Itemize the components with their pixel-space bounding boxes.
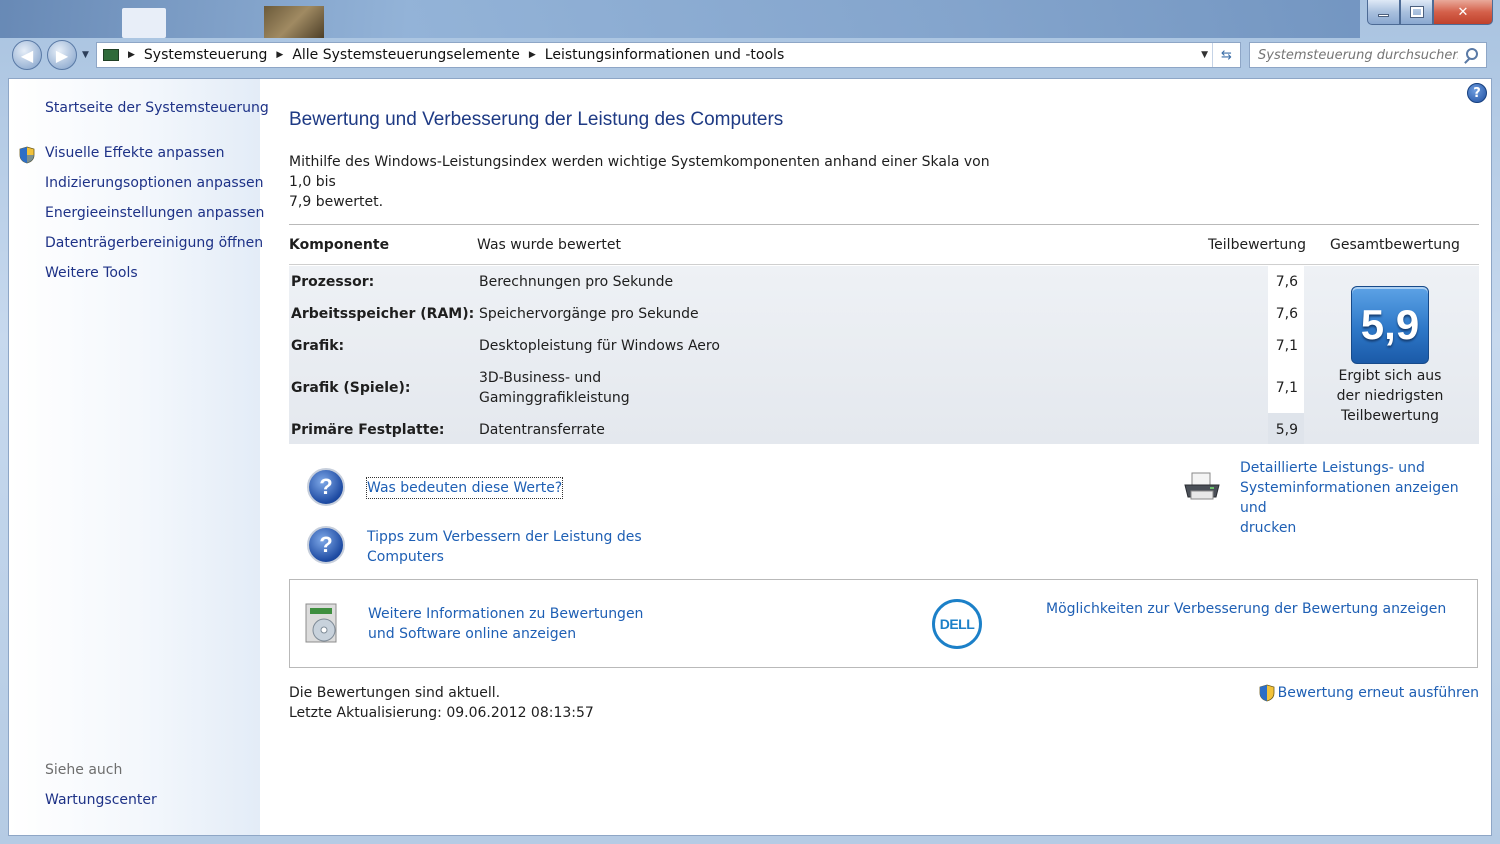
search-box[interactable] <box>1249 42 1487 68</box>
uac-shield-icon <box>19 146 35 164</box>
software-box-icon <box>305 603 337 643</box>
forward-arrow-icon: ▶ <box>55 45 69 65</box>
question-glyph: ? <box>319 474 333 499</box>
row-score: 5,9 <box>1275 422 1298 438</box>
column-header-component: Komponente <box>289 237 390 253</box>
recent-pages-dropdown[interactable]: ▼ <box>82 50 89 60</box>
control-panel-icon <box>103 49 119 61</box>
caption-buttons: ✕ <box>1367 0 1493 25</box>
breadcrumb: ▶ Systemsteuerung ▶ Alle Systemsteuerung… <box>119 47 784 63</box>
what-values-mean-link[interactable]: Was bedeuten diese Werte? <box>365 477 564 499</box>
window-frame: ✕ ◀ ▶ ▼ ▶ Systemsteuerung ▶ Alle Systems… <box>0 0 1500 844</box>
row-score: 7,1 <box>1275 380 1298 396</box>
base-score-note: Ergibt sich aus der niedrigsten Teilbewe… <box>1336 368 1444 424</box>
back-button[interactable]: ◀ <box>12 40 42 70</box>
row-component: Primäre Festplatte: <box>291 422 445 438</box>
link-line[interactable]: Computers <box>367 547 642 567</box>
refresh-icon: ⇆ <box>1221 47 1232 63</box>
divider <box>289 264 1479 265</box>
sidebar-item-more-tools[interactable]: Weitere Tools <box>45 265 138 281</box>
close-icon: ✕ <box>1457 4 1469 20</box>
base-score-tile: 5,9 <box>1351 286 1429 364</box>
printer-icon <box>1184 472 1220 500</box>
desktop-icon-image <box>264 6 324 38</box>
row-what: 3D-Business- und <box>479 370 602 386</box>
rerun-assessment[interactable]: Bewertung erneut ausführen <box>1259 683 1479 703</box>
uac-shield-icon <box>1259 684 1275 702</box>
sidebar-home-link[interactable]: Startseite der Systemsteuerung <box>45 100 269 116</box>
intro-line: Mithilfe des Windows-Leistungsindex werd… <box>289 154 990 190</box>
link-line[interactable]: drucken <box>1240 518 1479 538</box>
status-line: Die Bewertungen sind aktuell. <box>289 685 501 701</box>
improve-tips-link[interactable]: Tipps zum Verbessern der Leistung des Co… <box>367 527 642 567</box>
page-title: Bewertung und Verbesserung der Leistung … <box>289 109 784 130</box>
row-what: Desktopleistung für Windows Aero <box>479 338 720 354</box>
desktop-icon <box>122 8 166 38</box>
close-button[interactable]: ✕ <box>1433 0 1493 25</box>
row-what-continued: Gaminggrafikleistung <box>479 390 630 406</box>
link-line[interactable]: Detaillierte Leistungs- und <box>1240 458 1479 478</box>
link-line[interactable]: Tipps zum Verbessern der Leistung des <box>367 527 642 547</box>
forward-button[interactable]: ▶ <box>47 40 77 70</box>
row-component: Arbeitsspeicher (RAM): <box>291 306 475 322</box>
dell-logo: DELL <box>932 599 982 649</box>
maximize-button[interactable] <box>1400 0 1433 25</box>
see-also-heading: Siehe auch <box>45 762 123 778</box>
row-what: Datentransferrate <box>479 422 605 438</box>
sidebar-item-action-center[interactable]: Wartungscenter <box>45 792 157 808</box>
back-arrow-icon: ◀ <box>20 45 34 65</box>
breadcrumb-systemsteuerung[interactable]: Systemsteuerung <box>144 47 267 63</box>
link-line[interactable]: und Software online anzeigen <box>368 624 643 644</box>
maximize-icon <box>1409 6 1424 18</box>
minimize-icon <box>1378 13 1389 17</box>
intro-text: Mithilfe des Windows-Leistungsindex werd… <box>289 152 1009 212</box>
chevron-right-icon[interactable]: ▶ <box>276 50 283 60</box>
chevron-right-icon[interactable]: ▶ <box>529 50 536 60</box>
refresh-button[interactable]: ⇆ <box>1212 43 1240 67</box>
oem-info-box: Weitere Informationen zu Bewertungen und… <box>289 579 1478 668</box>
assessment-status: Die Bewertungen sind aktuell. Letzte Akt… <box>289 683 594 723</box>
dell-improve-link[interactable]: Möglichkeiten zur Verbesserung der Bewer… <box>1046 599 1446 619</box>
search-icon[interactable] <box>1466 48 1478 60</box>
sidebar-item-disk-cleanup[interactable]: Datenträgerbereinigung öffnen <box>45 235 263 251</box>
sidebar: Startseite der Systemsteuerung Visuelle … <box>9 79 269 835</box>
row-score: 7,6 <box>1275 306 1298 322</box>
address-dropdown-icon[interactable]: ▼ <box>1201 50 1208 60</box>
chevron-right-icon[interactable]: ▶ <box>128 50 135 60</box>
sidebar-item-power[interactable]: Energieeinstellungen anpassen <box>45 205 264 221</box>
address-bar[interactable]: ▶ Systemsteuerung ▶ Alle Systemsteuerung… <box>96 42 1241 68</box>
link-line[interactable]: Weitere Informationen zu Bewertungen <box>368 604 643 624</box>
row-component: Prozessor: <box>291 274 375 290</box>
breadcrumb-leistungsinformationen[interactable]: Leistungsinformationen und -tools <box>545 47 784 63</box>
row-what: Speichervorgänge pro Sekunde <box>479 306 699 322</box>
last-update: Letzte Aktualisierung: 09.06.2012 08:13:… <box>289 705 594 721</box>
row-component: Grafik: <box>291 338 345 354</box>
dell-logo-text: DELL <box>939 616 975 632</box>
question-icon: ? <box>307 526 345 564</box>
column-header-basescore: Gesamtbewertung <box>1330 237 1460 253</box>
divider <box>289 224 1479 225</box>
row-score: 7,6 <box>1275 274 1298 290</box>
row-score: 7,1 <box>1275 338 1298 354</box>
row-what: Berechnungen pro Sekunde <box>479 274 674 290</box>
more-info-online-link[interactable]: Weitere Informationen zu Bewertungen und… <box>368 604 643 644</box>
detailed-info-link[interactable]: Detaillierte Leistungs- und Systeminform… <box>1240 458 1479 538</box>
main-content: Bewertung und Verbesserung der Leistung … <box>289 79 1479 835</box>
question-glyph: ? <box>319 532 333 557</box>
desktop-background <box>0 0 1360 38</box>
minimize-button[interactable] <box>1367 0 1400 25</box>
question-icon: ? <box>307 468 345 506</box>
column-header-subscore: Teilbewertung <box>1208 237 1307 253</box>
client-area: Startseite der Systemsteuerung Visuelle … <box>8 78 1492 836</box>
sidebar-item-indexing[interactable]: Indizierungsoptionen anpassen <box>45 175 264 191</box>
rerun-assessment-link[interactable]: Bewertung erneut ausführen <box>1278 683 1479 703</box>
search-input[interactable] <box>1258 47 1458 63</box>
breadcrumb-alle-elemente[interactable]: Alle Systemsteuerungselemente <box>292 47 520 63</box>
row-component: Grafik (Spiele): <box>291 380 411 396</box>
sidebar-item-visual-effects[interactable]: Visuelle Effekte anpassen <box>45 145 225 161</box>
base-score-value: 5,9 <box>1360 301 1420 348</box>
intro-line: 7,9 bewertet. <box>289 194 384 210</box>
link-line[interactable]: Systeminformationen anzeigen und <box>1240 478 1479 518</box>
column-header-what: Was wurde bewertet <box>477 237 621 253</box>
